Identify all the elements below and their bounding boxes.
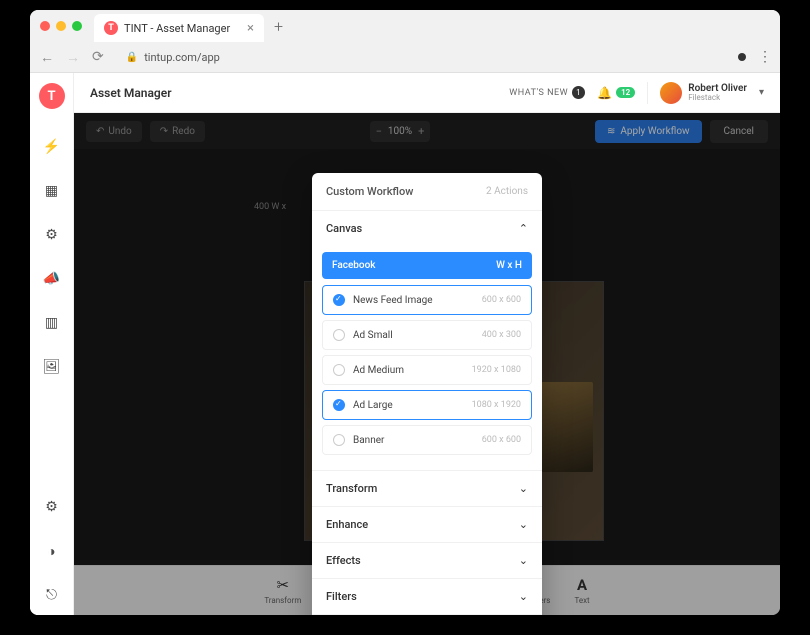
lock-icon: 🔒 (126, 52, 138, 63)
section-canvas-body: Facebook W x H News Feed Image 600 x 600 A… (312, 246, 542, 470)
chevron-down-icon: ⌄ (519, 518, 528, 531)
canvas-option-row[interactable]: News Feed Image 600 x 600 (322, 285, 532, 315)
platform-header[interactable]: Facebook W x H (322, 252, 532, 279)
option-dimensions: 400 x 300 (482, 330, 521, 340)
browser-chrome: T TINT - Asset Manager × + ← → ⟳ 🔒 tintu… (30, 10, 780, 73)
modal-header: Custom Workflow 2 Actions (312, 173, 542, 210)
section-effects-label: Effects (326, 554, 361, 567)
rail-bolt-icon[interactable]: ⚡ (38, 133, 66, 161)
user-name-label: Robert Oliver (688, 83, 747, 94)
rail-share-icon[interactable]: ⚙ (38, 221, 66, 249)
section-transform-label: Transform (326, 482, 377, 495)
radio-icon (333, 294, 345, 306)
radio-icon (333, 364, 345, 376)
tab-close-icon[interactable]: × (247, 21, 254, 36)
window-close-icon[interactable] (40, 21, 50, 31)
user-avatar-icon (660, 82, 682, 104)
radio-icon (333, 399, 345, 411)
browser-tab[interactable]: T TINT - Asset Manager × (94, 14, 264, 42)
option-dimensions: 600 x 600 (482, 435, 521, 445)
canvas-option-row[interactable]: Ad Small 400 x 300 (322, 320, 532, 350)
rail-settings-icon[interactable]: ⚙ (38, 493, 66, 521)
section-transform: Transform ⌄ (312, 470, 542, 506)
modal-actions-count: 2 Actions (486, 186, 528, 197)
section-canvas-header[interactable]: Canvas ⌃ (312, 211, 542, 246)
section-enhance-header[interactable]: Enhance ⌄ (312, 507, 542, 542)
canvas-option-row[interactable]: Ad Large 1080 x 1920 (322, 390, 532, 420)
whats-new-badge: 1 (572, 86, 585, 99)
section-enhance-label: Enhance (326, 518, 368, 531)
option-name: Ad Large (353, 400, 393, 411)
platform-dim-header: W x H (496, 260, 522, 271)
chevron-down-icon: ⌄ (519, 482, 528, 495)
option-dimensions: 1920 x 1080 (472, 365, 521, 375)
whats-new-label: WHAT'S NEW (509, 88, 568, 98)
rail-logout-icon[interactable]: ⎋ (38, 581, 66, 609)
option-dimensions: 600 x 600 (482, 295, 521, 305)
radio-icon (333, 329, 345, 341)
url-input[interactable]: 🔒 tintup.com/app (116, 46, 726, 68)
section-canvas-label: Canvas (326, 222, 362, 235)
chevron-down-icon: ⌄ (519, 590, 528, 603)
left-rail: T ⚡ ▦ ⚙ 📣 ▥ 🖼 ⚙ ◑ ⎋ (30, 73, 74, 615)
app-content: T ⚡ ▦ ⚙ 📣 ▥ 🖼 ⚙ ◑ ⎋ Asset Manager WHAT'S… (30, 73, 780, 615)
section-enhance: Enhance ⌄ (312, 506, 542, 542)
tab-favicon-icon: T (104, 21, 118, 35)
window-minimize-icon[interactable] (56, 21, 66, 31)
traffic-lights (40, 21, 82, 31)
tab-bar: T TINT - Asset Manager × + (30, 10, 780, 42)
section-effects-header[interactable]: Effects ⌄ (312, 543, 542, 578)
bell-icon: 🔔 (597, 86, 612, 100)
page-title: Asset Manager (90, 86, 172, 100)
modal-title: Custom Workflow (326, 185, 413, 198)
option-name: Banner (353, 435, 384, 446)
option-name: News Feed Image (353, 295, 433, 306)
new-tab-button[interactable]: + (274, 17, 283, 36)
browser-window: T TINT - Asset Manager × + ← → ⟳ 🔒 tintu… (30, 10, 780, 615)
option-name: Ad Small (353, 330, 393, 341)
section-filters-header[interactable]: Filters ⌄ (312, 579, 542, 614)
user-org-label: Filestack (688, 94, 747, 103)
chevron-up-icon: ⌃ (519, 222, 528, 235)
section-canvas: Canvas ⌃ Facebook W x H News Feed Image 6… (312, 210, 542, 470)
rail-layout-icon[interactable]: ▥ (38, 309, 66, 337)
platform-name: Facebook (332, 260, 376, 271)
rail-help-icon[interactable]: ◑ (38, 537, 66, 565)
section-effects: Effects ⌄ (312, 542, 542, 578)
rail-image-icon[interactable]: 🖼 (38, 353, 66, 381)
nav-reload-icon[interactable]: ⟳ (92, 49, 104, 65)
url-text: tintup.com/app (144, 51, 220, 64)
user-menu[interactable]: Robert Oliver Filestack ▾ (647, 82, 764, 104)
chevron-down-icon: ▾ (759, 87, 764, 98)
workflow-modal: Custom Workflow 2 Actions Canvas ⌃ Faceb… (312, 173, 542, 615)
app-logo-icon[interactable]: T (39, 83, 65, 109)
section-transform-header[interactable]: Transform ⌄ (312, 471, 542, 506)
option-dimensions: 1080 x 1920 (472, 400, 521, 410)
canvas-option-row[interactable]: Banner 600 x 600 (322, 425, 532, 455)
whats-new-link[interactable]: WHAT'S NEW 1 (509, 86, 585, 99)
radio-icon (333, 434, 345, 446)
modal-footer: Preview Cancel Save (312, 614, 542, 615)
notifications-button[interactable]: 🔔 12 (597, 86, 635, 100)
main-area: Asset Manager WHAT'S NEW 1 🔔 12 Robert O… (74, 73, 780, 615)
chevron-down-icon: ⌄ (519, 554, 528, 567)
option-name: Ad Medium (353, 365, 404, 376)
app-header: Asset Manager WHAT'S NEW 1 🔔 12 Robert O… (74, 73, 780, 113)
profile-avatar-icon[interactable] (738, 53, 746, 61)
rail-grid-icon[interactable]: ▦ (38, 177, 66, 205)
notification-count-badge: 12 (616, 87, 635, 98)
address-bar: ← → ⟳ 🔒 tintup.com/app ⋮ (30, 42, 780, 72)
tab-title: TINT - Asset Manager (124, 22, 230, 35)
nav-forward-icon[interactable]: → (66, 49, 80, 66)
nav-back-icon[interactable]: ← (40, 49, 54, 66)
section-filters-label: Filters (326, 590, 357, 603)
editor-area: ↶Undo ↷Redo − 100% + ≋Apply Workflow Can… (74, 113, 780, 615)
canvas-option-row[interactable]: Ad Medium 1920 x 1080 (322, 355, 532, 385)
rail-megaphone-icon[interactable]: 📣 (38, 265, 66, 293)
section-filters: Filters ⌄ (312, 578, 542, 614)
browser-menu-icon[interactable]: ⋮ (758, 49, 770, 65)
window-maximize-icon[interactable] (72, 21, 82, 31)
